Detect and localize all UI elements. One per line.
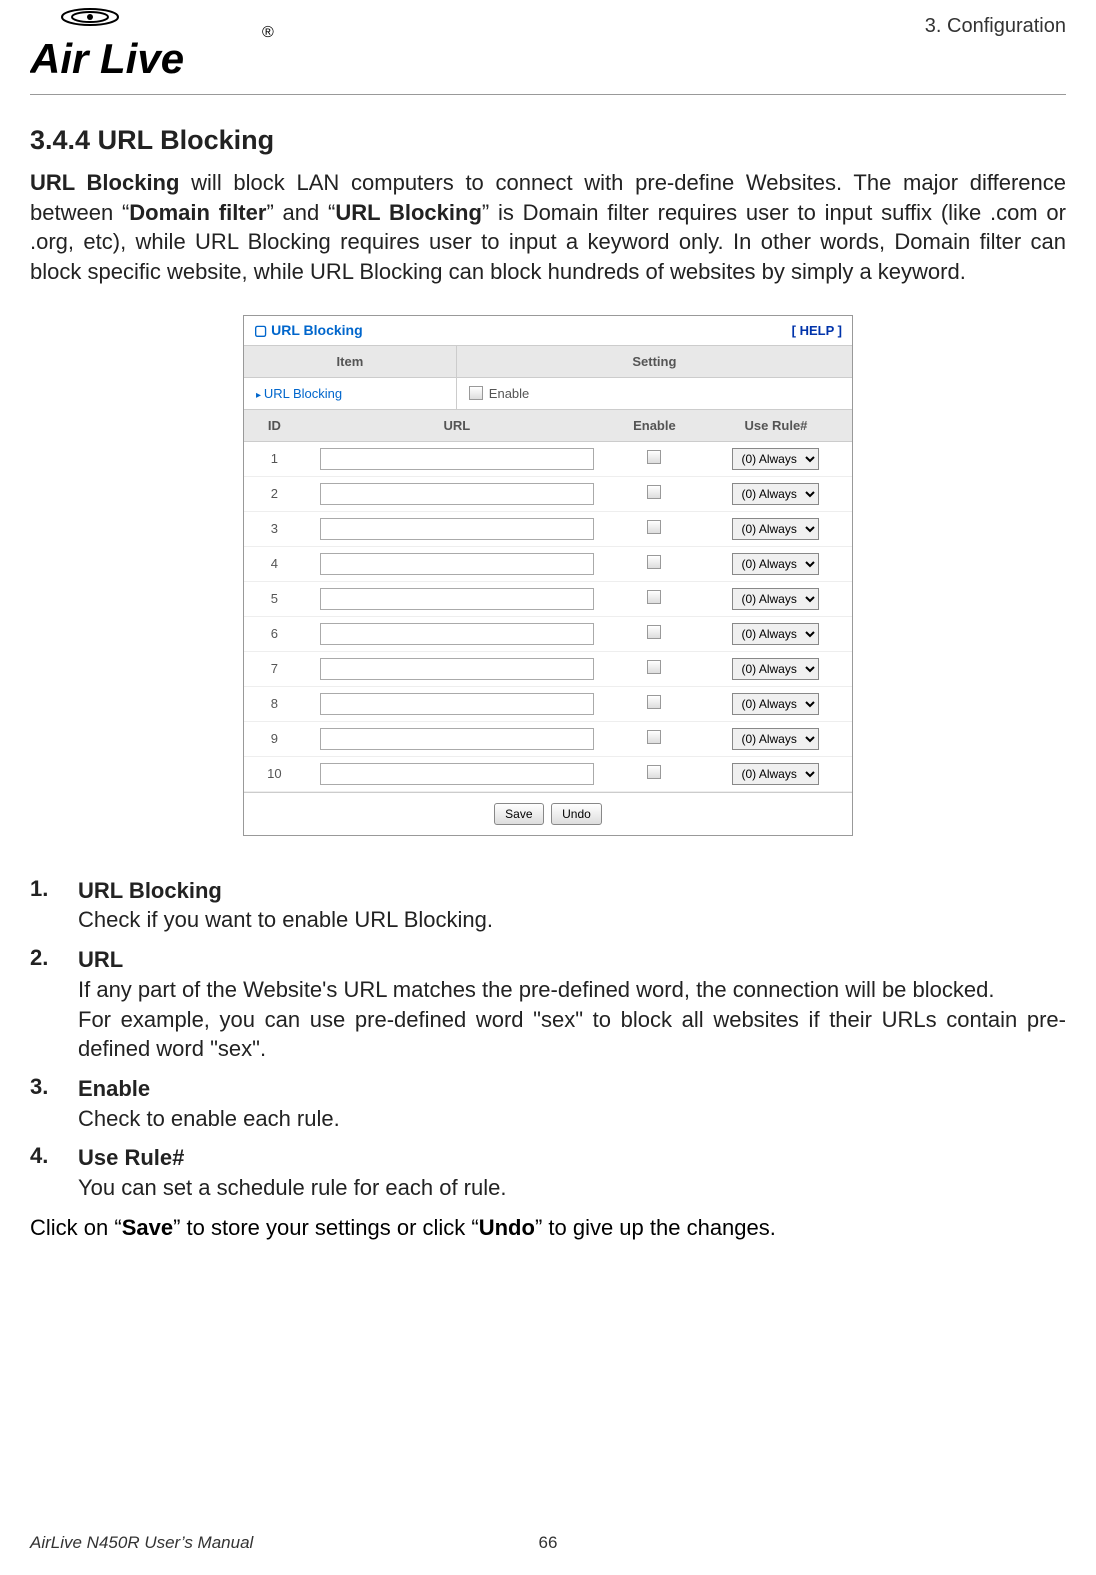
table-row: 9 (0) Always <box>244 721 852 756</box>
row-enable-checkbox[interactable] <box>647 485 661 499</box>
panel-header: URL Blocking [ HELP ] <box>244 316 852 346</box>
url-input[interactable] <box>320 658 594 680</box>
page-number: 66 <box>508 1533 588 1553</box>
item-heading: Enable <box>78 1074 1066 1104</box>
airlive-logo: Air Live ® <box>30 5 280 95</box>
rule-select[interactable]: (0) Always <box>732 728 819 750</box>
rule-select[interactable]: (0) Always <box>732 763 819 785</box>
row-enable-checkbox[interactable] <box>647 450 661 464</box>
list-item: 2.URLIf any part of the Website's URL ma… <box>30 945 1066 1064</box>
breadcrumb: 3. Configuration <box>925 15 1066 38</box>
row-enable-checkbox[interactable] <box>647 695 661 709</box>
row-enable-checkbox[interactable] <box>647 520 661 534</box>
rule-select[interactable]: (0) Always <box>732 518 819 540</box>
cell-id: 1 <box>244 441 305 476</box>
footer-left: AirLive N450R User’s Manual <box>30 1533 508 1553</box>
rule-select[interactable]: (0) Always <box>732 448 819 470</box>
page-header: Air Live ® 3. Configuration <box>30 0 1066 95</box>
cell-id: 7 <box>244 651 305 686</box>
url-input[interactable] <box>320 588 594 610</box>
cell-id: 8 <box>244 686 305 721</box>
item-text: Check if you want to enable URL Blocking… <box>78 905 1066 935</box>
table-row: 3 (0) Always <box>244 511 852 546</box>
header-use-rule: Use Rule# <box>700 410 852 442</box>
table-row: 4 (0) Always <box>244 546 852 581</box>
rule-select[interactable]: (0) Always <box>732 588 819 610</box>
row-enable-checkbox[interactable] <box>647 660 661 674</box>
item-text: If any part of the Website's URL matches… <box>78 975 1066 1005</box>
table-row: 5 (0) Always <box>244 581 852 616</box>
cell-id: 10 <box>244 756 305 791</box>
save-button[interactable]: Save <box>494 803 543 825</box>
item-text: You can set a schedule rule for each of … <box>78 1173 1066 1203</box>
help-link[interactable]: [ HELP ] <box>792 323 842 338</box>
row-enable-checkbox[interactable] <box>647 555 661 569</box>
table-row: 2 (0) Always <box>244 476 852 511</box>
svg-text:Air Live: Air Live <box>30 35 184 82</box>
column-setting: Setting <box>457 346 852 377</box>
url-input[interactable] <box>320 518 594 540</box>
list-item: 3.EnableCheck to enable each rule. <box>30 1074 1066 1133</box>
item-heading: URL Blocking <box>78 876 1066 906</box>
item-text: Check to enable each rule. <box>78 1104 1066 1134</box>
column-item: Item <box>244 346 457 377</box>
cell-id: 3 <box>244 511 305 546</box>
table-row: 6 (0) Always <box>244 616 852 651</box>
cell-id: 9 <box>244 721 305 756</box>
header-url: URL <box>305 410 609 442</box>
item-number: 4. <box>30 1143 78 1202</box>
item-heading: Use Rule# <box>78 1143 1066 1173</box>
row-enable-checkbox[interactable] <box>647 625 661 639</box>
url-input[interactable] <box>320 623 594 645</box>
url-input[interactable] <box>320 763 594 785</box>
enable-checkbox[interactable] <box>469 386 483 400</box>
list-item: 1.URL BlockingCheck if you want to enabl… <box>30 876 1066 935</box>
item-heading: URL <box>78 945 1066 975</box>
url-input[interactable] <box>320 693 594 715</box>
cell-id: 2 <box>244 476 305 511</box>
rule-select[interactable]: (0) Always <box>732 483 819 505</box>
section-title: 3.4.4 URL Blocking <box>30 125 1066 156</box>
cell-id: 6 <box>244 616 305 651</box>
url-blocking-panel: URL Blocking [ HELP ] Item Setting URL B… <box>243 315 853 836</box>
url-table: ID URL Enable Use Rule# 1 (0) Always 2 (0) … <box>244 410 852 792</box>
table-row: 7 (0) Always <box>244 651 852 686</box>
panel-title: URL Blocking <box>254 322 363 339</box>
enable-text: Enable <box>489 386 529 401</box>
rule-select[interactable]: (0) Always <box>732 693 819 715</box>
page-footer: AirLive N450R User’s Manual 66 <box>30 1533 1066 1553</box>
cell-id: 4 <box>244 546 305 581</box>
url-input[interactable] <box>320 553 594 575</box>
cell-id: 5 <box>244 581 305 616</box>
enable-label: URL Blocking <box>244 378 457 409</box>
item-setting-header: Item Setting <box>244 346 852 378</box>
undo-button[interactable]: Undo <box>551 803 602 825</box>
url-input[interactable] <box>320 448 594 470</box>
item-number: 2. <box>30 945 78 1064</box>
svg-text:®: ® <box>262 24 274 41</box>
buttons-row: Save Undo <box>244 792 852 835</box>
rule-select[interactable]: (0) Always <box>732 553 819 575</box>
intro-paragraph: URL Blocking will block LAN computers to… <box>30 168 1066 287</box>
item-number: 1. <box>30 876 78 935</box>
row-enable-checkbox[interactable] <box>647 590 661 604</box>
table-row: 1 (0) Always <box>244 441 852 476</box>
enable-row: URL Blocking Enable <box>244 378 852 410</box>
table-row: 8 (0) Always <box>244 686 852 721</box>
list-item: 4.Use Rule#You can set a schedule rule f… <box>30 1143 1066 1202</box>
url-input[interactable] <box>320 728 594 750</box>
row-enable-checkbox[interactable] <box>647 765 661 779</box>
page-content: 3.4.4 URL Blocking URL Blocking will blo… <box>0 95 1096 1242</box>
rule-select[interactable]: (0) Always <box>732 658 819 680</box>
rule-select[interactable]: (0) Always <box>732 623 819 645</box>
description-list: 1.URL BlockingCheck if you want to enabl… <box>30 876 1066 1203</box>
header-id: ID <box>244 410 305 442</box>
item-number: 3. <box>30 1074 78 1133</box>
header-enable: Enable <box>609 410 700 442</box>
row-enable-checkbox[interactable] <box>647 730 661 744</box>
url-input[interactable] <box>320 483 594 505</box>
table-row: 10 (0) Always <box>244 756 852 791</box>
closing-text: Click on “Save” to store your settings o… <box>30 1213 1066 1243</box>
item-text: For example, you can use pre-defined wor… <box>78 1005 1066 1064</box>
